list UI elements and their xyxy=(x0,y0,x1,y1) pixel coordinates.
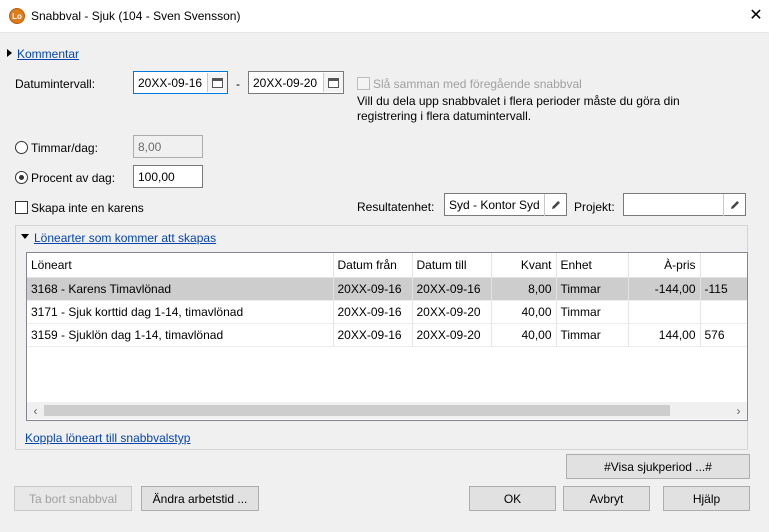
project-label: Projekt: xyxy=(574,200,615,214)
result-unit-label: Resultatenhet: xyxy=(357,200,435,214)
cell-datum-till: 20XX-09-20 xyxy=(412,323,492,347)
hours-per-day-field[interactable]: 8,00 xyxy=(133,135,203,158)
merge-info-line2: registrering i flera datumintervall. xyxy=(357,109,532,123)
date-separator: - xyxy=(236,77,240,91)
col-header-loneart[interactable]: Löneart xyxy=(27,253,334,278)
scroll-thumb[interactable] xyxy=(44,405,670,416)
col-header-enhet[interactable]: Enhet xyxy=(556,253,629,278)
cell-datum-till: 20XX-09-16 xyxy=(412,277,492,301)
hjalp-button[interactable]: Hjälp xyxy=(663,486,750,511)
cell-apris xyxy=(628,300,701,324)
hours-per-day-label: Timmar/dag: xyxy=(31,141,98,155)
collapse-down-icon[interactable] xyxy=(21,234,29,239)
cell-apris: -144,00 xyxy=(628,277,701,301)
col-header-kvant[interactable]: Kvant xyxy=(491,253,557,278)
percent-of-day-label: Procent av dag: xyxy=(31,171,116,185)
merge-label: Slå samman med föregående snabbval xyxy=(373,77,582,91)
scroll-left-icon[interactable]: ‹ xyxy=(27,404,44,418)
project-field[interactable] xyxy=(623,193,746,216)
percent-of-day-field[interactable]: 100,00 xyxy=(133,165,203,188)
table-row[interactable]: 3171 - Sjuk korttid dag 1-14, timavlönad… xyxy=(27,300,747,324)
cell-enhet: Timmar xyxy=(556,323,629,347)
cell-belopp xyxy=(700,300,747,324)
hours-per-day-radio[interactable] xyxy=(15,141,28,154)
cell-datum-till: 20XX-09-20 xyxy=(412,300,492,324)
date-to-field[interactable]: 20XX-09-20 xyxy=(248,71,344,94)
table-row[interactable]: 3159 - Sjuklön dag 1-14, timavlönad 20XX… xyxy=(27,323,747,347)
table-row[interactable]: 3168 - Karens Timavlönad 20XX-09-16 20XX… xyxy=(27,277,747,301)
col-header-apris[interactable]: À-pris xyxy=(628,253,701,278)
pencil-icon[interactable] xyxy=(544,193,566,216)
date-range-label: Datumintervall: xyxy=(15,77,96,91)
expand-right-icon[interactable] xyxy=(7,49,12,57)
window-title: Snabbval - Sjuk (104 - Sven Svensson) xyxy=(31,9,241,23)
cell-apris: 144,00 xyxy=(628,323,701,347)
cell-enhet: Timmar xyxy=(556,277,629,301)
col-header-datum-fran[interactable]: Datum från xyxy=(333,253,413,278)
percent-of-day-radio[interactable] xyxy=(15,171,28,184)
date-from-field[interactable]: 20XX-09-16 xyxy=(133,71,228,94)
close-icon[interactable]: ✕ xyxy=(746,5,766,27)
calendar-icon[interactable] xyxy=(207,73,227,92)
col-header-datum-till[interactable]: Datum till xyxy=(412,253,492,278)
avbryt-button[interactable]: Avbryt xyxy=(563,486,650,511)
scroll-right-icon[interactable]: › xyxy=(730,404,747,418)
cell-belopp: 576 xyxy=(700,323,747,347)
col-header-belopp[interactable]: Be xyxy=(700,253,747,278)
cell-datum-fran: 20XX-09-16 xyxy=(333,277,413,301)
calendar-icon[interactable] xyxy=(323,73,343,92)
merge-checkbox[interactable] xyxy=(357,77,370,90)
result-unit-value: Syd - Kontor Syd xyxy=(449,197,540,212)
date-from-value: 20XX-09-16 xyxy=(138,75,203,90)
ok-button[interactable]: OK xyxy=(469,486,556,511)
horizontal-scrollbar[interactable]: ‹ › xyxy=(27,402,747,419)
visa-sjukperiod-button[interactable]: #Visa sjukperiod ...# xyxy=(566,454,750,479)
kommentar-link[interactable]: Kommentar xyxy=(17,47,79,61)
loneart-section-link[interactable]: Lönearter som kommer att skapas xyxy=(34,231,216,245)
andra-arbetstid-button[interactable]: Ändra arbetstid ... xyxy=(141,486,259,511)
cell-kvant: 40,00 xyxy=(491,300,557,324)
app-icon: Lo xyxy=(9,8,25,24)
koppla-loneart-link[interactable]: Koppla löneart till snabbvalstyp xyxy=(25,431,190,445)
cell-kvant: 40,00 xyxy=(491,323,557,347)
cell-datum-fran: 20XX-09-16 xyxy=(333,323,413,347)
ta-bort-snabbval-button[interactable]: Ta bort snabbval xyxy=(14,486,132,511)
merge-info-line1: Vill du dela upp snabbvalet i flera peri… xyxy=(357,94,680,108)
cell-kvant: 8,00 xyxy=(491,277,557,301)
hours-per-day-value: 8,00 xyxy=(138,139,162,154)
cell-loneart: 3159 - Sjuklön dag 1-14, timavlönad xyxy=(27,323,334,347)
no-karens-label: Skapa inte en karens xyxy=(31,201,144,215)
date-to-value: 20XX-09-20 xyxy=(253,75,318,90)
cell-belopp: -115 xyxy=(700,277,747,301)
pencil-icon[interactable] xyxy=(723,193,745,216)
loneart-table: Löneart Datum från Datum till Kvant Enhe… xyxy=(26,252,748,421)
cell-loneart: 3168 - Karens Timavlönad xyxy=(27,277,334,301)
table-header-row: Löneart Datum från Datum till Kvant Enhe… xyxy=(27,253,747,278)
no-karens-checkbox[interactable] xyxy=(15,201,28,214)
cell-loneart: 3171 - Sjuk korttid dag 1-14, timavlönad xyxy=(27,300,334,324)
cell-datum-fran: 20XX-09-16 xyxy=(333,300,413,324)
cell-enhet: Timmar xyxy=(556,300,629,324)
percent-of-day-value: 100,00 xyxy=(138,169,175,184)
result-unit-field[interactable]: Syd - Kontor Syd xyxy=(444,193,567,216)
